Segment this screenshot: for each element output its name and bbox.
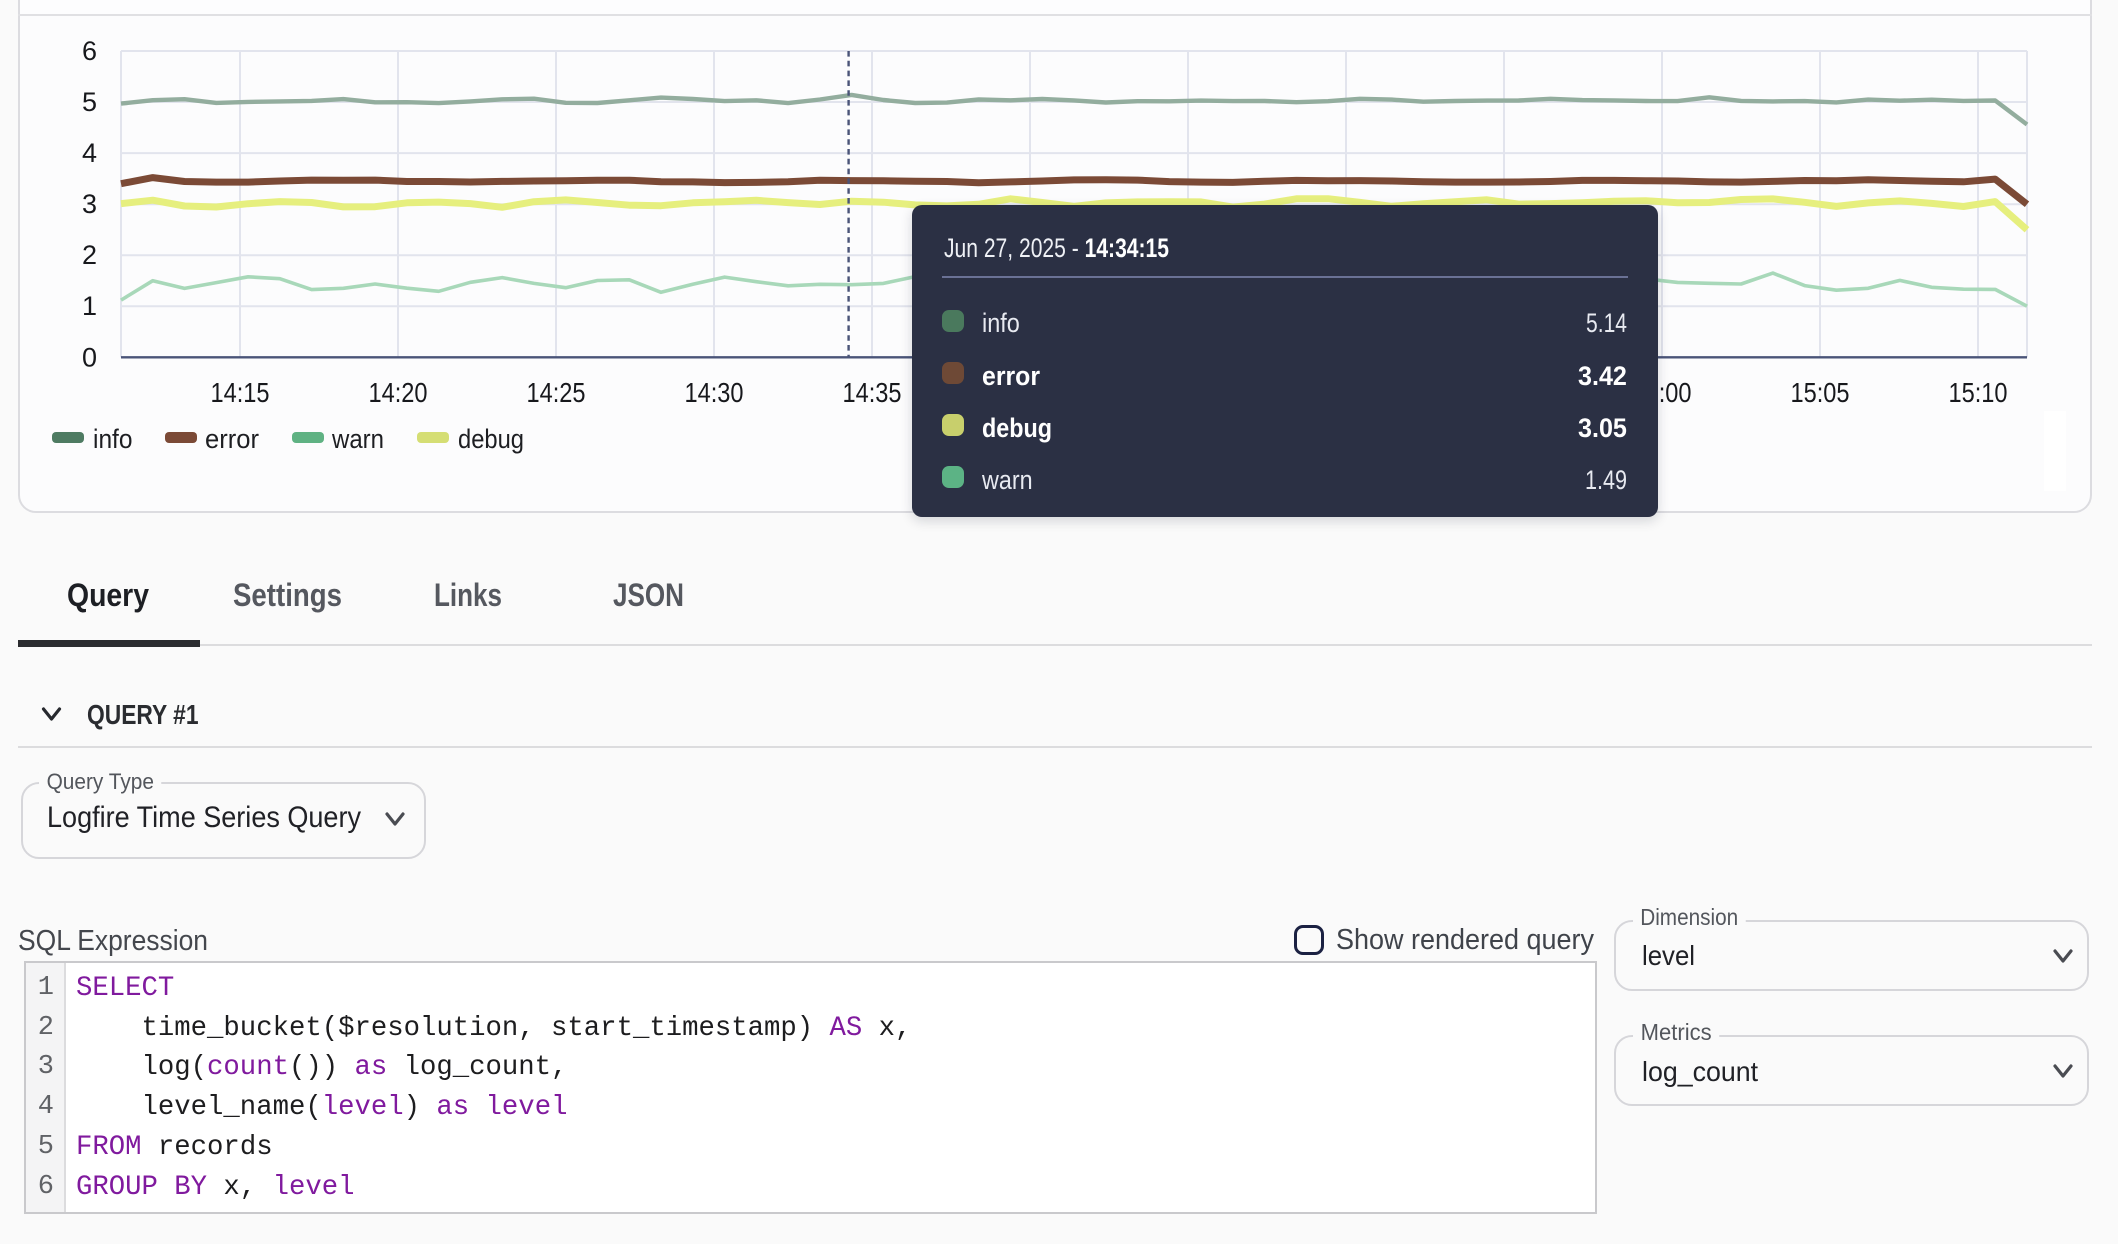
svg-text:6: 6 [82, 36, 97, 66]
svg-text:14:20: 14:20 [369, 377, 428, 408]
svg-text:14:35: 14:35 [843, 377, 902, 408]
svg-text:2: 2 [82, 240, 97, 270]
svg-text:3: 3 [82, 189, 97, 219]
svg-text:15:10: 15:10 [1949, 377, 2008, 408]
svg-text:14:30: 14:30 [685, 377, 744, 408]
svg-text:5: 5 [82, 87, 97, 117]
svg-text:0: 0 [82, 342, 97, 372]
svg-text:1: 1 [82, 291, 97, 321]
svg-text:14:15: 14:15 [211, 377, 270, 408]
svg-text:15:05: 15:05 [1791, 377, 1850, 408]
svg-text:4: 4 [82, 138, 97, 168]
svg-text:14:25: 14:25 [527, 377, 586, 408]
